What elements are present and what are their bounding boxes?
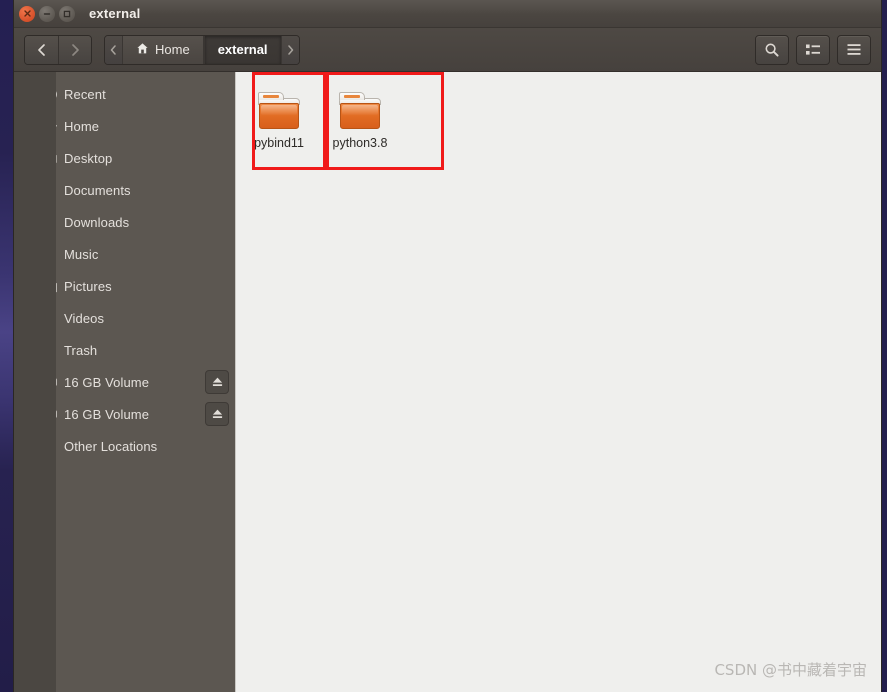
sidebar-item-label: Music xyxy=(64,246,99,262)
sidebar-item-other-locations[interactable]: Other Locations xyxy=(56,430,235,462)
view-list-icon xyxy=(805,43,821,57)
drive-icon xyxy=(56,407,62,421)
sidebar-gutter xyxy=(14,72,56,692)
sidebar-item-label: 16 GB Volume xyxy=(64,406,150,422)
download-icon xyxy=(56,214,62,231)
plus-icon xyxy=(56,438,62,454)
sidebar-item-label: 16 GB Volume xyxy=(64,374,150,390)
search-icon xyxy=(764,42,780,58)
maximize-icon[interactable] xyxy=(59,5,75,22)
sidebar-item-music[interactable]: Music xyxy=(56,238,235,270)
sidebar-item-label: Recent xyxy=(64,86,106,102)
forward-button[interactable] xyxy=(58,35,91,64)
trash-icon xyxy=(56,342,62,359)
file-label: pybind11 xyxy=(254,136,304,150)
back-button[interactable] xyxy=(25,35,58,64)
sidebar-item-recent[interactable]: Recent xyxy=(56,78,235,110)
close-icon[interactable] xyxy=(19,5,35,22)
view-options-button[interactable] xyxy=(796,34,830,65)
document-icon xyxy=(56,182,62,199)
folder-icon xyxy=(56,150,62,166)
search-button[interactable] xyxy=(755,34,789,65)
right-edge-strip xyxy=(881,0,887,692)
menu-button[interactable] xyxy=(837,34,871,65)
folder-icon xyxy=(337,92,383,130)
breadcrumb-item-home[interactable]: Home xyxy=(122,35,204,64)
breadcrumb-item-external[interactable]: external xyxy=(203,35,282,64)
clock-icon xyxy=(56,86,62,103)
breadcrumb-label: external xyxy=(217,42,268,57)
video-icon xyxy=(56,311,62,325)
sidebar-item-label: Videos xyxy=(64,310,105,326)
sidebar-item-label: Home xyxy=(64,118,100,134)
sidebar-item-pictures[interactable]: Pictures xyxy=(56,270,235,302)
window-controls xyxy=(14,5,75,22)
sidebar-item-label: Pictures xyxy=(64,278,112,294)
sidebar-item-volume-2[interactable]: 16 GB Volume xyxy=(56,398,235,430)
sidebar-item-label: Other Locations xyxy=(64,438,158,454)
window-body: Recent Home Desktop Documents Downloads … xyxy=(14,72,881,692)
sidebar-item-label: Downloads xyxy=(64,214,130,230)
home-icon xyxy=(136,42,149,58)
breadcrumb: Home external xyxy=(104,34,300,65)
sidebar-item-downloads[interactable]: Downloads xyxy=(56,206,235,238)
sidebar-item-desktop[interactable]: Desktop xyxy=(56,142,235,174)
file-item-python38[interactable]: python3.8 xyxy=(314,86,406,157)
navigation-buttons xyxy=(24,34,92,65)
file-list-area[interactable]: pybind11 python3.8 CSDN @书中藏着宇宙 xyxy=(236,72,881,692)
breadcrumb-prev-button[interactable] xyxy=(105,35,122,64)
sidebar-item-trash[interactable]: Trash xyxy=(56,334,235,366)
icon-grid: pybind11 python3.8 xyxy=(236,72,881,157)
sidebar-item-videos[interactable]: Videos xyxy=(56,302,235,334)
minimize-icon[interactable] xyxy=(39,5,55,22)
sidebar: Recent Home Desktop Documents Downloads … xyxy=(56,72,236,692)
music-icon xyxy=(56,246,62,262)
file-label: python3.8 xyxy=(332,136,388,150)
window-title: external xyxy=(89,6,141,21)
eject-button[interactable] xyxy=(205,402,229,426)
breadcrumb-label: Home xyxy=(155,42,190,57)
sidebar-item-label: Trash xyxy=(64,342,98,358)
home-icon xyxy=(56,118,62,135)
folder-icon xyxy=(256,92,302,130)
sidebar-item-label: Documents xyxy=(64,182,131,198)
eject-button[interactable] xyxy=(205,370,229,394)
file-item-pybind11[interactable]: pybind11 xyxy=(244,86,314,157)
titlebar: external xyxy=(14,0,881,28)
drive-icon xyxy=(56,375,62,389)
file-manager-window: external Home external Recent Home Deskt… xyxy=(14,0,881,692)
sidebar-item-label: Desktop xyxy=(64,150,113,166)
camera-icon xyxy=(56,279,62,294)
toolbar-actions xyxy=(755,34,871,65)
sidebar-item-home[interactable]: Home xyxy=(56,110,235,142)
sidebar-item-documents[interactable]: Documents xyxy=(56,174,235,206)
watermark: CSDN @书中藏着宇宙 xyxy=(714,661,867,679)
breadcrumb-next-button[interactable] xyxy=(281,35,299,64)
sidebar-item-volume-1[interactable]: 16 GB Volume xyxy=(56,366,235,398)
hamburger-icon xyxy=(846,43,862,56)
toolbar: Home external xyxy=(14,28,881,72)
